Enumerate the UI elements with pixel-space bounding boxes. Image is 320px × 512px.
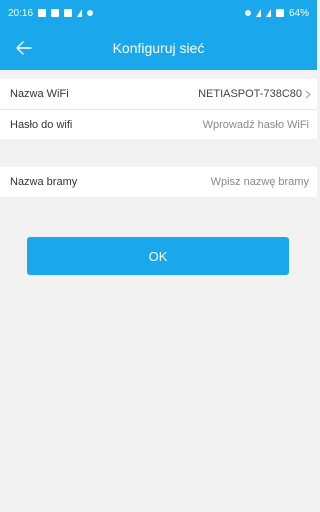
- lock-icon: [51, 9, 60, 17]
- status-bar: 20:16 64%: [0, 0, 317, 26]
- wifi-password-input[interactable]: [157, 117, 311, 132]
- gateway-settings-group: Nazwa bramy: [0, 167, 317, 197]
- status-left: 20:16: [8, 7, 94, 19]
- dot-icon: [87, 10, 94, 16]
- status-right: 64%: [244, 7, 309, 19]
- wifi-name-value: NETIASPOT-738C80: [198, 88, 302, 100]
- wifi-name-value-wrap: NETIASPOT-738C80: [198, 88, 311, 100]
- battery-icon: [275, 9, 284, 17]
- chevron-right-icon: [305, 90, 311, 98]
- alarm-icon: [244, 10, 251, 16]
- wifi-name-label: Nazwa WiFi: [10, 88, 69, 100]
- gateway-name-input[interactable]: [157, 175, 311, 189]
- ok-button[interactable]: OK: [27, 237, 289, 275]
- battery-percent: 64%: [288, 7, 309, 19]
- app-icon: [64, 9, 73, 17]
- notification-icon: [38, 9, 47, 17]
- wifi-name-row[interactable]: Nazwa WiFi NETIASPOT-738C80: [0, 79, 317, 109]
- app-bar: Konfiguruj sieć: [0, 26, 317, 70]
- status-time: 20:16: [8, 7, 34, 19]
- gateway-name-row: Nazwa bramy: [0, 167, 317, 197]
- wifi-icon: [255, 9, 261, 17]
- arrow-left-icon: [16, 41, 32, 55]
- signal-icon: [265, 9, 271, 17]
- gateway-name-label: Nazwa bramy: [10, 176, 78, 188]
- wifi-password-label: Hasło do wifi: [10, 118, 73, 131]
- back-button[interactable]: [10, 34, 38, 62]
- page-title: Konfiguruj sieć: [112, 40, 205, 56]
- wifi-settings-group: Nazwa WiFi NETIASPOT-738C80 Hasło do wif…: [0, 79, 317, 139]
- cloud-icon: [77, 9, 83, 17]
- wifi-password-row: Hasło do wifi: [0, 109, 317, 139]
